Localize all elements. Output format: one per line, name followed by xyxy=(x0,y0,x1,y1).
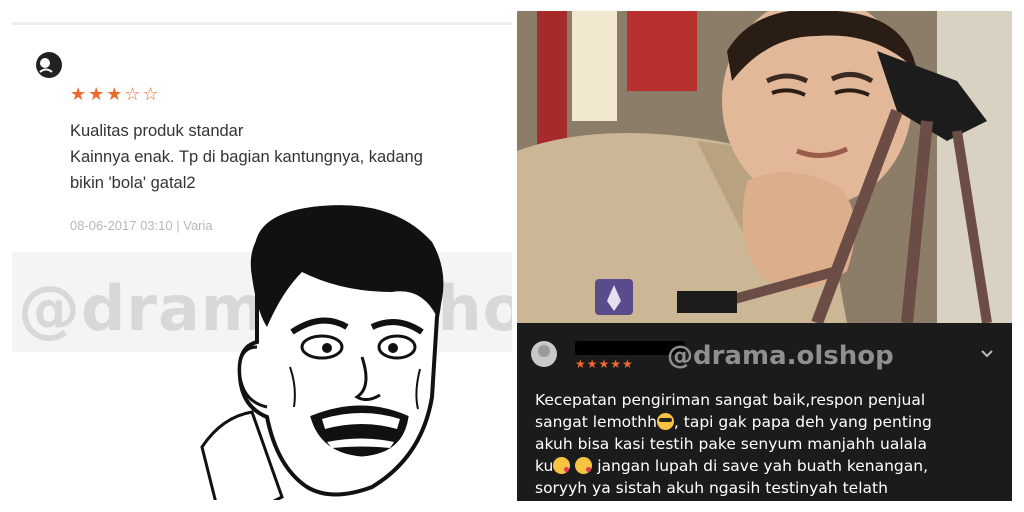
divider xyxy=(12,22,512,25)
selfie-photo xyxy=(517,11,1012,323)
comment-line-1: Kecepatan pengiriman sangat baik,respon … xyxy=(535,391,926,409)
right-review-panel: ★★★★★ @drama.olshop Kecepatan pengiriman… xyxy=(517,11,1012,501)
comment-card: ★★★★★ @drama.olshop Kecepatan pengiriman… xyxy=(517,323,1012,501)
reviewer-avatar-icon xyxy=(36,52,62,78)
meme-face-illustration xyxy=(200,205,444,500)
review-body-line-1: Kainnya enak. Tp di bagian kantungnya, k… xyxy=(70,148,423,166)
sunglasses-emoji-icon xyxy=(656,413,674,430)
comment-text: jangan lupah di save yah buath kenangan, xyxy=(592,457,929,475)
review-body-line-2: bikin 'bola' gatal2 xyxy=(70,174,196,192)
comment-line-5: soryyh ya sistah akuh ngasih testinyah t… xyxy=(535,479,888,497)
comment-text: , tapi gak papa deh yang penting xyxy=(673,413,932,431)
kiss-emoji-icon xyxy=(575,457,593,474)
comment-line-3: akuh bisa kasi testih pake senyum manjah… xyxy=(535,435,927,453)
comment-text: ku xyxy=(535,457,554,475)
watermark-text: @drama.olshop xyxy=(667,341,894,371)
comment-line-4: ku jangan lupah di save yah buath kenang… xyxy=(535,457,928,475)
kiss-emoji-icon xyxy=(553,457,571,474)
left-review-panel: ★★★☆☆ Kualitas produk standar Kainnya en… xyxy=(12,22,512,500)
review-title: Kualitas produk standar xyxy=(70,122,244,140)
user-avatar-icon xyxy=(531,341,557,367)
comment-star-rating: ★★★★★ xyxy=(575,357,634,371)
chevron-down-icon[interactable] xyxy=(979,345,995,361)
comment-text: sangat lemothh xyxy=(535,413,657,431)
empty-stars: ☆☆ xyxy=(124,84,161,105)
filled-stars: ★★★ xyxy=(70,84,125,105)
comment-line-2: sangat lemothh , tapi gak papa deh yang p… xyxy=(535,413,932,431)
review-star-rating: ★★★☆☆ xyxy=(70,84,161,105)
